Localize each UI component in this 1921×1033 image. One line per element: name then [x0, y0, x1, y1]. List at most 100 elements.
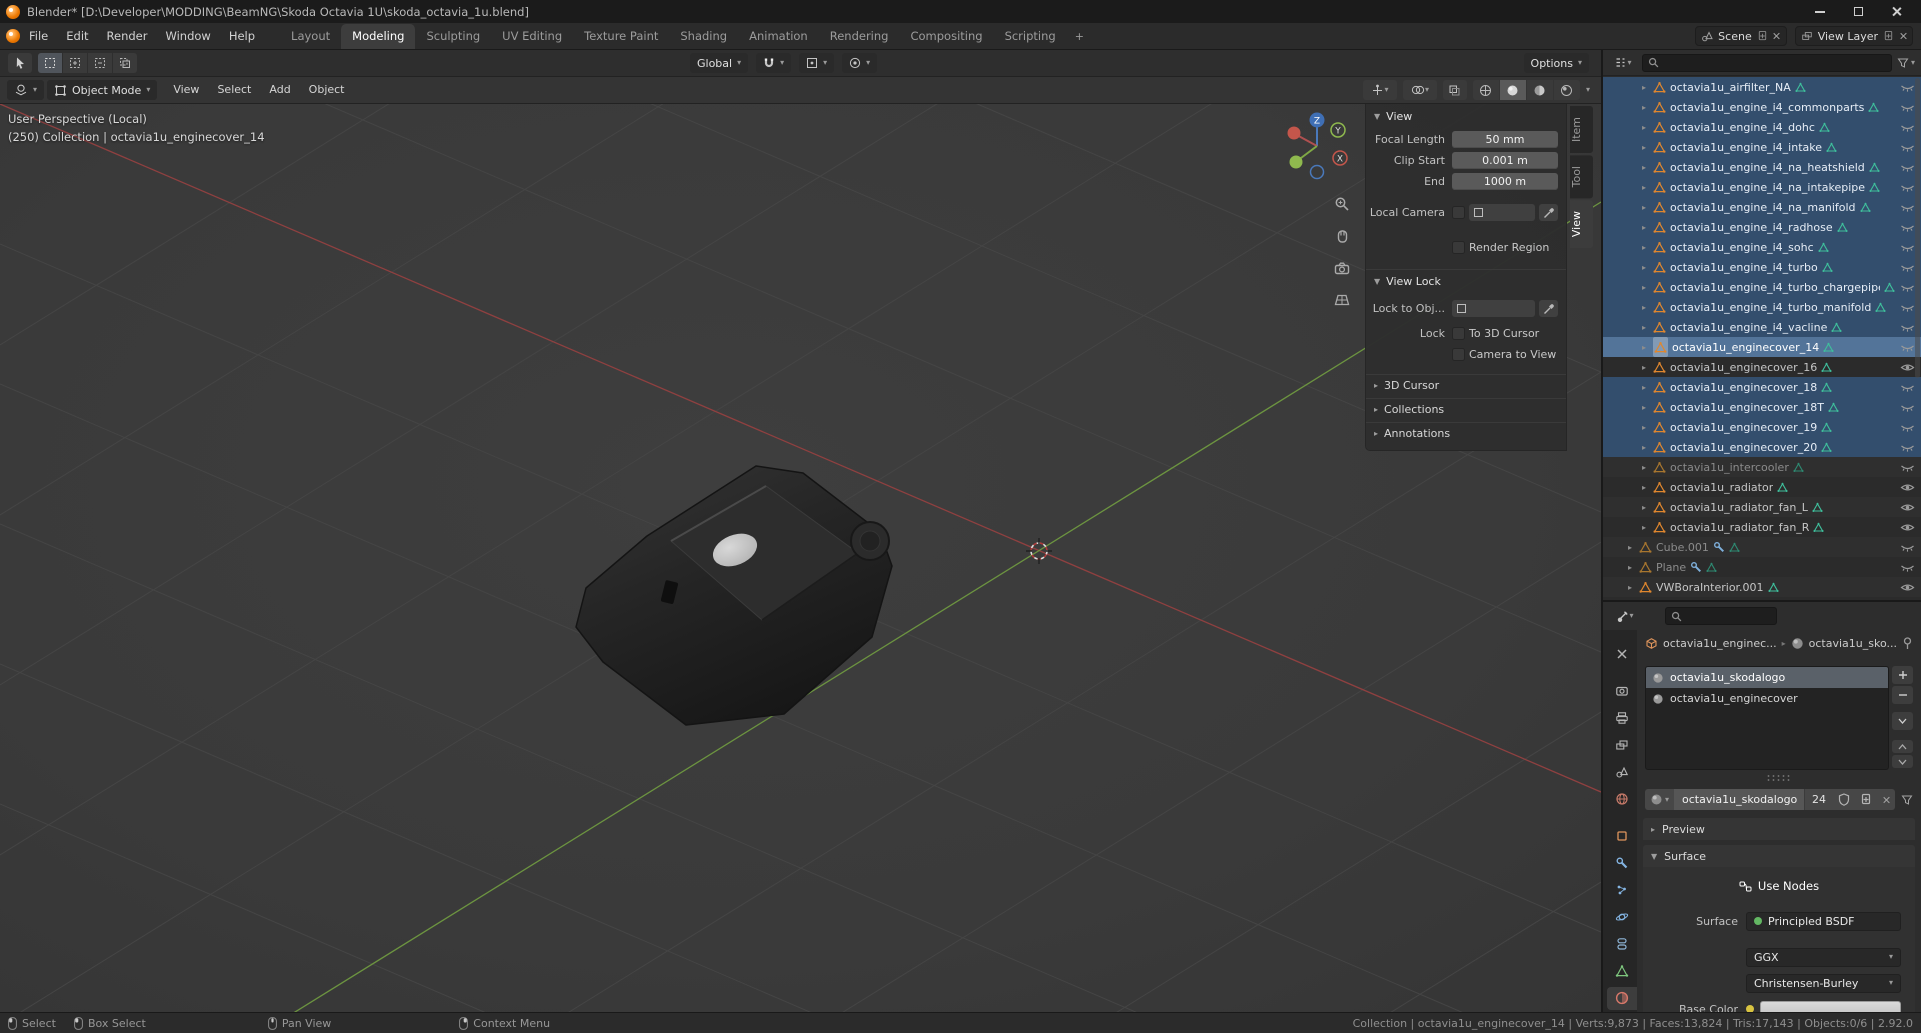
shading-wireframe-button[interactable] — [1473, 80, 1499, 100]
outliner-editor-type-button[interactable]: ▾ — [1609, 53, 1637, 73]
object-name[interactable]: octavia1u_engine_i4_radhose — [1670, 221, 1833, 234]
outliner-item-octavia1u-enginecover-20[interactable]: ▸octavia1u_enginecover_20 — [1603, 437, 1921, 457]
visibility-toggle[interactable] — [1900, 522, 1915, 533]
shading-solid-button[interactable] — [1500, 80, 1526, 100]
surface-shader-dropdown[interactable]: Principled BSDF — [1746, 912, 1901, 931]
visibility-toggle[interactable] — [1900, 162, 1915, 173]
expand-toggle-icon[interactable]: ▸ — [1639, 263, 1649, 272]
visibility-toggle[interactable] — [1900, 562, 1915, 573]
add-workspace-button[interactable]: + — [1067, 25, 1092, 49]
fake-user-button[interactable] — [1833, 789, 1855, 810]
expand-toggle-icon[interactable]: ▸ — [1639, 443, 1649, 452]
expand-toggle-icon[interactable]: ▸ — [1639, 283, 1649, 292]
maximize-button[interactable] — [1839, 0, 1877, 23]
select-mode-set-button[interactable] — [38, 53, 62, 73]
visibility-toggle[interactable] — [1900, 382, 1915, 393]
minimize-button[interactable] — [1801, 0, 1839, 23]
expand-toggle-icon[interactable]: ▸ — [1639, 183, 1649, 192]
expand-toggle-icon[interactable]: ▸ — [1639, 303, 1649, 312]
engine-cover-object[interactable] — [576, 466, 892, 725]
object-name[interactable]: octavia1u_engine_i4_turbo — [1670, 261, 1818, 274]
expand-toggle-icon[interactable]: ▸ — [1625, 563, 1635, 572]
visibility-toggle[interactable] — [1900, 142, 1915, 153]
properties-tab-object[interactable] — [1607, 824, 1637, 847]
subsurface-method-dropdown[interactable]: Christensen-Burley▾ — [1746, 974, 1901, 993]
menu-render[interactable]: Render — [98, 23, 157, 49]
expand-toggle-icon[interactable]: ▸ — [1639, 403, 1649, 412]
visibility-toggle[interactable] — [1900, 322, 1915, 333]
clip-start-field[interactable]: 0.001 m — [1452, 152, 1558, 169]
options-dropdown[interactable]: Options▾ — [1524, 53, 1589, 73]
app-menu-blender-icon[interactable] — [6, 29, 20, 43]
xray-toggle[interactable] — [1443, 80, 1467, 100]
visibility-toggle[interactable] — [1900, 542, 1915, 553]
expand-toggle-icon[interactable]: ▸ — [1639, 483, 1649, 492]
expand-toggle-icon[interactable]: ▸ — [1639, 523, 1649, 532]
snap-target-dropdown[interactable]: ▾ — [799, 53, 834, 73]
expand-toggle-icon[interactable]: ▸ — [1625, 583, 1635, 592]
workspace-tab-texture-paint[interactable]: Texture Paint — [573, 24, 669, 49]
object-name[interactable]: octavia1u_engine_i4_sohc — [1670, 241, 1814, 254]
new-scene-icon[interactable] — [1757, 30, 1768, 42]
object-name[interactable]: octavia1u_engine_i4_dohc — [1670, 121, 1815, 134]
object-name[interactable]: octavia1u_enginecover_16 — [1670, 361, 1817, 374]
viewport-menu-object[interactable]: Object — [300, 77, 354, 103]
properties-tab-world[interactable] — [1607, 787, 1637, 810]
view-lock-panel-header[interactable]: ▼View Lock — [1366, 269, 1566, 293]
visibility-toggle[interactable] — [1900, 102, 1915, 113]
shading-rendered-button[interactable] — [1554, 80, 1580, 100]
select-mode-subtract-button[interactable] — [88, 53, 112, 73]
sidebar-tab-item[interactable]: Item — [1570, 106, 1593, 153]
workspace-tab-uv-editing[interactable]: UV Editing — [491, 24, 573, 49]
use-nodes-button[interactable]: Use Nodes — [1651, 875, 1907, 897]
expand-toggle-icon[interactable]: ▸ — [1639, 163, 1649, 172]
properties-tab-view-layer[interactable] — [1607, 733, 1637, 756]
expand-toggle-icon[interactable]: ▸ — [1625, 543, 1635, 552]
outliner-item-octavia1u-airfilter-na[interactable]: ▸octavia1u_airfilter_NA — [1603, 77, 1921, 97]
surface-panel-header[interactable]: ▼Surface — [1643, 845, 1915, 867]
camera-view-button[interactable] — [1330, 256, 1354, 280]
expand-toggle-icon[interactable]: ▸ — [1639, 363, 1649, 372]
lock-to-object-field[interactable] — [1452, 300, 1535, 317]
outliner-item-octavia1u-enginecover-19[interactable]: ▸octavia1u_enginecover_19 — [1603, 417, 1921, 437]
outliner-item-octavia1u-engine-i4-vacline[interactable]: ▸octavia1u_engine_i4_vacline — [1603, 317, 1921, 337]
material-slot-octavia1u-enginecover[interactable]: octavia1u_enginecover — [1646, 688, 1888, 709]
unlink-scene-icon[interactable] — [1773, 32, 1781, 40]
object-name[interactable]: octavia1u_engine_i4_vacline — [1670, 321, 1827, 334]
browse-material-button[interactable]: ▾ — [1645, 789, 1674, 810]
properties-tab-physics[interactable] — [1607, 906, 1637, 929]
properties-tab-object-data[interactable] — [1607, 960, 1637, 983]
menu-file[interactable]: File — [20, 23, 57, 49]
outliner-item-octavia1u-enginecover-14[interactable]: ▸octavia1u_enginecover_14 — [1603, 337, 1921, 357]
view-layer-selector[interactable]: View Layer — [1795, 26, 1913, 46]
list-resize-grip[interactable] — [1766, 774, 1792, 781]
expand-toggle-icon[interactable]: ▸ — [1639, 83, 1649, 92]
material-users-count[interactable]: 24 — [1804, 789, 1833, 810]
properties-tab-modifiers[interactable] — [1607, 852, 1637, 875]
object-name[interactable]: octavia1u_engine_i4_commonparts — [1670, 101, 1864, 114]
object-name[interactable]: VWBoraInterior.001 — [1656, 581, 1764, 594]
visibility-toggle[interactable] — [1900, 402, 1915, 413]
material-specials-button[interactable] — [1892, 712, 1913, 730]
unlink-material-button[interactable] — [1877, 789, 1895, 810]
visibility-toggle[interactable] — [1900, 182, 1915, 193]
render-region-checkbox[interactable] — [1452, 241, 1465, 254]
viewport-3d[interactable]: Z Y X User Perspective (Local) (250) Col… — [0, 104, 1601, 1012]
visibility-toggle[interactable] — [1900, 302, 1915, 313]
snap-toggle[interactable]: ▾ — [756, 53, 791, 73]
preview-panel-header[interactable]: ▸Preview — [1643, 818, 1915, 840]
move-slot-down-button[interactable] — [1892, 755, 1913, 768]
object-name[interactable]: octavia1u_engine_i4_turbo_chargepipe — [1670, 281, 1880, 294]
visibility-toggle[interactable] — [1900, 122, 1915, 133]
visibility-toggle[interactable] — [1900, 202, 1915, 213]
view-panel-header[interactable]: ▼View — [1366, 104, 1566, 128]
clip-end-field[interactable]: 1000 m — [1452, 173, 1558, 190]
show-gizmo-dropdown[interactable]: ▾ — [1363, 80, 1397, 100]
object-name[interactable]: octavia1u_radiator — [1670, 481, 1773, 494]
visibility-toggle[interactable] — [1900, 282, 1915, 293]
transform-orientation-dropdown[interactable]: Global▾ — [690, 53, 748, 73]
outliner-item-octavia1u-enginecover-18t[interactable]: ▸octavia1u_enginecover_18T — [1603, 397, 1921, 417]
breadcrumb-material-name[interactable]: octavia1u_sko... — [1809, 637, 1897, 650]
panel-annotations-header[interactable]: ▸Annotations — [1366, 422, 1566, 444]
local-camera-object-field[interactable] — [1469, 204, 1535, 221]
